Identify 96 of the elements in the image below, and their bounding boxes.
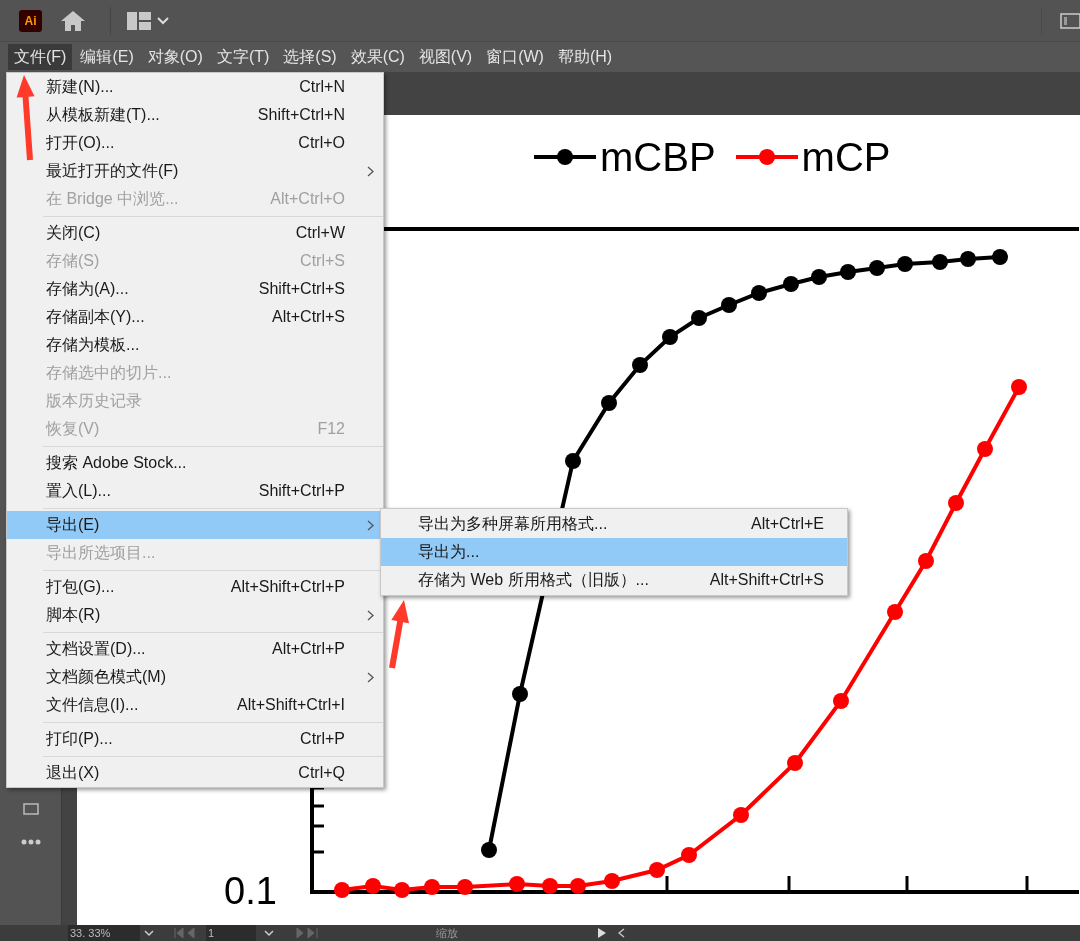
menu-item-label: 脚本(R)	[46, 605, 102, 625]
menu-item[interactable]: 打印(P)... Ctrl+P	[7, 725, 383, 753]
chevron-right-icon	[366, 671, 374, 683]
status-label: 缩放	[436, 925, 458, 941]
menu-item[interactable]: 脚本(R)	[7, 601, 383, 629]
legend-label: mCP	[801, 137, 891, 177]
menu-item[interactable]: 打开(O)... Ctrl+O	[7, 129, 383, 157]
menu-bar-item[interactable]: 编辑(E)	[74, 44, 140, 70]
menu-item-label: 导出为多种屏幕所用格式...	[418, 514, 609, 534]
shortcut-label: Alt+Ctrl+O	[270, 189, 345, 209]
menu-item[interactable]: 导出为多种屏幕所用格式... Alt+Ctrl+E	[381, 510, 847, 538]
zoom-field[interactable]: 33. 33%	[68, 925, 140, 941]
menu-item[interactable]: 文件信息(I)... Alt+Shift+Ctrl+I	[7, 691, 383, 719]
shortcut-label: Alt+Shift+Ctrl+S	[709, 570, 824, 590]
shortcut-label: Ctrl+P	[300, 729, 345, 749]
chevron-right-icon	[366, 519, 374, 531]
shortcut-label: Shift+Ctrl+N	[257, 105, 345, 125]
menu-item[interactable]: 存储副本(Y)... Alt+Ctrl+S	[7, 303, 383, 331]
menu-item[interactable]: 最近打开的文件(F)	[7, 157, 383, 185]
menu-item[interactable]: 退出(X) Ctrl+Q	[7, 759, 383, 787]
annotation-arrow	[389, 600, 409, 669]
menu-item-label: 新建(N)...	[46, 77, 115, 97]
menu-item-label: 导出为...	[418, 542, 481, 562]
menu-bar-item[interactable]: 文件(F)	[8, 44, 73, 70]
menu-item-label: 导出所选项目...	[46, 543, 157, 563]
square-icon[interactable]	[22, 803, 39, 815]
shortcut-label: Alt+Shift+Ctrl+I	[236, 695, 345, 715]
menu-item-label: 存储为模板...	[46, 335, 141, 355]
shortcut-label: Ctrl+Q	[298, 763, 345, 783]
menu-bar-item[interactable]: 选择(S)	[277, 44, 343, 70]
menu-bar-item[interactable]: 文字(T)	[210, 44, 276, 70]
shortcut-label: Alt+Ctrl+E	[751, 514, 824, 534]
menu-item-label: 在 Bridge 中浏览...	[46, 189, 180, 209]
menu-item-label: 打印(P)...	[46, 729, 114, 749]
menu-item-label: 恢复(V)	[46, 419, 101, 439]
menu-item-label: 存储为 Web 所用格式（旧版）...	[418, 570, 650, 590]
menu-item-label: 存储副本(Y)...	[46, 307, 146, 327]
menu-item[interactable]: 文档设置(D)... Alt+Ctrl+P	[7, 635, 383, 663]
menu-item-label: 打包(G)...	[46, 577, 116, 597]
menu-item-label: 文件信息(I)...	[46, 695, 140, 715]
menu-bar-item[interactable]: 视图(V)	[412, 44, 479, 70]
menu-item-label: 导出(E)	[46, 515, 101, 535]
shortcut-label: Alt+Shift+Ctrl+P	[230, 577, 345, 597]
shortcut-label: Ctrl+O	[298, 133, 345, 153]
menu-item-label: 从模板新建(T)...	[46, 105, 161, 125]
menu-item[interactable]: 存储为模板...	[7, 331, 383, 359]
menu-item[interactable]: 存储为 Web 所用格式（旧版）... Alt+Shift+Ctrl+S	[381, 566, 847, 594]
more-icon[interactable]	[20, 839, 41, 845]
menu-item-label: 打开(O)...	[46, 133, 116, 153]
shortcut-label: Shift+Ctrl+S	[258, 279, 345, 299]
chevron-right-icon	[366, 609, 374, 621]
axis-tick-label: 0.1	[224, 872, 277, 910]
chevron-down-icon[interactable]	[144, 929, 154, 937]
chevron-right-icon	[366, 165, 374, 177]
menu-item[interactable]: 打包(G)... Alt+Shift+Ctrl+P	[7, 573, 383, 601]
home-icon[interactable]	[60, 9, 86, 32]
menu-item-label: 文档设置(D)...	[46, 639, 147, 659]
menu-item-label: 退出(X)	[46, 763, 101, 783]
menu-item[interactable]: 置入(L)... Shift+Ctrl+P	[7, 477, 383, 505]
menu-item-label: 存储(S)	[46, 251, 101, 271]
page-field[interactable]: 1	[206, 925, 256, 941]
menu-item[interactable]: 从模板新建(T)... Shift+Ctrl+N	[7, 101, 383, 129]
menu-item[interactable]: 搜索 Adobe Stock...	[7, 449, 383, 477]
chevron-down-icon[interactable]	[157, 16, 169, 25]
panel-icon[interactable]	[1060, 12, 1080, 29]
app-logo[interactable]: Ai	[19, 9, 42, 32]
menu-item-label: 存储为(A)...	[46, 279, 130, 299]
shortcut-label: Ctrl+N	[299, 77, 345, 97]
legend-label: mCBP	[600, 137, 716, 177]
shortcut-label: Ctrl+W	[295, 223, 345, 243]
menu-item-label: 搜索 Adobe Stock...	[46, 453, 188, 473]
chevron-down-icon[interactable]	[264, 929, 274, 937]
menu-bar-item[interactable]: 对象(O)	[141, 44, 209, 70]
menu-item[interactable]: 新建(N)... Ctrl+N	[7, 73, 383, 101]
menu-item-label: 最近打开的文件(F)	[46, 161, 180, 181]
shortcut-label: Alt+Ctrl+P	[272, 639, 345, 659]
layout-icon[interactable]	[127, 11, 151, 30]
menu-item[interactable]: 关闭(C) Ctrl+W	[7, 219, 383, 247]
menu-item[interactable]: 存储为(A)... Shift+Ctrl+S	[7, 275, 383, 303]
menu-item-label: 关闭(C)	[46, 223, 102, 243]
menu-item-label: 存储选中的切片...	[46, 363, 173, 383]
menu-item-label: 置入(L)...	[46, 481, 112, 501]
menu-item[interactable]: 文档颜色模式(M)	[7, 663, 383, 691]
menu-item[interactable]: 导出(E)	[7, 511, 383, 539]
menu-item-label: 版本历史记录	[46, 391, 143, 411]
shortcut-label: Ctrl+S	[300, 251, 345, 271]
shortcut-label: F12	[317, 419, 345, 439]
menu-bar-item[interactable]: 窗口(W)	[480, 44, 550, 70]
menu-item[interactable]: 导出为...	[381, 538, 847, 566]
chevron-left-icon[interactable]	[618, 928, 625, 938]
shortcut-label: Alt+Ctrl+S	[272, 307, 345, 327]
play-icon[interactable]	[598, 928, 606, 938]
shortcut-label: Shift+Ctrl+P	[258, 481, 345, 501]
menu-item-label: 文档颜色模式(M)	[46, 667, 167, 687]
menu-bar-item[interactable]: 效果(C)	[344, 44, 411, 70]
menu-bar-item[interactable]: 帮助(H)	[551, 44, 619, 70]
